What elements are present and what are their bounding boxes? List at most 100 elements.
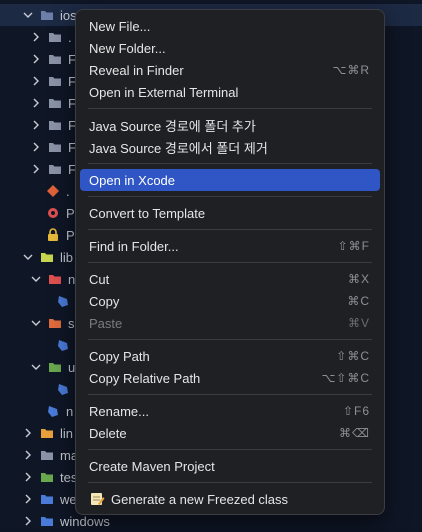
tree-item-label: . xyxy=(66,183,70,199)
chevron-down-icon[interactable] xyxy=(30,273,42,285)
gear-icon xyxy=(46,206,60,220)
folder-icon xyxy=(40,8,54,22)
menu-item-find-in-folder[interactable]: Find in Folder... ⇧⌘F xyxy=(80,235,380,257)
tree-item-label: windows xyxy=(60,513,110,529)
menu-item-shortcut: ⇧⌘C xyxy=(336,349,370,363)
menu-item-generate-freezed[interactable]: Generate a new Freezed class xyxy=(80,488,380,510)
menu-separator xyxy=(88,196,372,197)
chevron-right-icon[interactable] xyxy=(30,53,42,65)
menu-separator xyxy=(88,482,372,483)
menu-item-label: Generate a new Freezed class xyxy=(111,491,289,507)
chevron-right-icon[interactable] xyxy=(22,493,34,505)
folder-icon xyxy=(48,162,62,176)
menu-item-label: Convert to Template xyxy=(89,205,206,221)
menu-item-reveal-in-finder[interactable]: Reveal in Finder ⌥⌘R xyxy=(80,59,380,81)
tree-item-label: P xyxy=(66,205,75,221)
menu-item-shortcut: ⌘C xyxy=(347,294,370,308)
folder-icon xyxy=(48,74,62,88)
menu-item-shortcut: ⌘⌫ xyxy=(339,426,370,440)
chevron-right-icon[interactable] xyxy=(30,119,42,131)
folder-icon xyxy=(40,492,54,506)
menu-item-new-file[interactable]: New File... xyxy=(80,15,380,37)
menu-separator xyxy=(88,339,372,340)
menu-item-label: Open in Xcode xyxy=(89,172,176,188)
menu-item-shortcut: ⌘V xyxy=(347,316,370,330)
folder-icon xyxy=(40,514,54,528)
chevron-right-icon[interactable] xyxy=(22,515,34,527)
folder-icon xyxy=(48,118,62,132)
tree-item-label: s xyxy=(68,315,75,331)
folder-icon xyxy=(48,272,62,286)
folder-icon xyxy=(48,30,62,44)
dart-file-icon xyxy=(56,294,70,308)
menu-item-create-maven-project[interactable]: Create Maven Project xyxy=(80,455,380,477)
chevron-down-icon[interactable] xyxy=(30,317,42,329)
menu-item-shortcut: ⇧⌘F xyxy=(337,239,370,253)
menu-separator xyxy=(88,163,372,164)
dart-file-icon xyxy=(46,404,60,418)
tree-item-label: n xyxy=(66,403,74,419)
folder-icon xyxy=(48,52,62,66)
menu-separator xyxy=(88,394,372,395)
menu-item-shortcut: ⌥⇧⌘C xyxy=(321,371,370,385)
menu-separator xyxy=(88,108,372,109)
menu-item-label: Paste xyxy=(89,315,123,331)
chevron-right-icon[interactable] xyxy=(22,471,34,483)
menu-item-label: New File... xyxy=(89,18,151,34)
menu-item-copy[interactable]: Copy ⌘C xyxy=(80,290,380,312)
menu-item-label: Cut xyxy=(89,271,110,287)
menu-item-label: Find in Folder... xyxy=(89,238,179,254)
dart-file-icon xyxy=(56,382,70,396)
menu-item-java-remove-source[interactable]: Java Source 경로에서 폴더 제거 xyxy=(80,136,380,158)
chevron-right-icon[interactable] xyxy=(30,75,42,87)
menu-item-open-in-xcode[interactable]: Open in Xcode xyxy=(80,169,380,191)
menu-item-open-terminal[interactable]: Open in External Terminal xyxy=(80,81,380,103)
folder-icon xyxy=(48,360,62,374)
folder-open-icon xyxy=(40,250,54,264)
menu-item-java-add-source[interactable]: Java Source 경로에 폴더 추가 xyxy=(80,114,380,136)
chevron-down-icon[interactable] xyxy=(30,361,42,373)
menu-separator xyxy=(88,229,372,230)
lock-icon xyxy=(46,228,60,242)
tree-item-label: . xyxy=(68,29,72,45)
folder-icon xyxy=(48,96,62,110)
memo-icon xyxy=(89,491,105,507)
menu-item-shortcut: ⇧F6 xyxy=(342,404,370,418)
menu-item-label: Open in External Terminal xyxy=(89,84,239,100)
menu-item-label: Delete xyxy=(89,425,127,441)
menu-item-copy-relative-path[interactable]: Copy Relative Path ⌥⇧⌘C xyxy=(80,367,380,389)
menu-item-delete[interactable]: Delete ⌘⌫ xyxy=(80,422,380,444)
chevron-right-icon[interactable] xyxy=(22,427,34,439)
folder-icon xyxy=(48,140,62,154)
chevron-right-icon[interactable] xyxy=(30,31,42,43)
chevron-right-icon[interactable] xyxy=(30,163,42,175)
chevron-down-icon[interactable] xyxy=(22,251,34,263)
menu-item-cut[interactable]: Cut ⌘X xyxy=(80,268,380,290)
menu-separator xyxy=(88,449,372,450)
menu-item-label: Copy Relative Path xyxy=(89,370,201,386)
menu-separator xyxy=(88,262,372,263)
menu-item-convert-template[interactable]: Convert to Template xyxy=(80,202,380,224)
tree-item-label: P xyxy=(66,227,75,243)
menu-item-label: Reveal in Finder xyxy=(89,62,184,78)
folder-icon xyxy=(40,426,54,440)
menu-item-label: Create Maven Project xyxy=(89,458,215,474)
menu-item-shortcut: ⌥⌘R xyxy=(332,63,370,77)
folder-icon xyxy=(40,470,54,484)
menu-item-label: Rename... xyxy=(89,403,149,419)
chevron-down-icon[interactable] xyxy=(22,9,34,21)
chevron-right-icon[interactable] xyxy=(30,141,42,153)
menu-item-label: Java Source 경로에서 폴더 제거 xyxy=(89,140,268,156)
menu-item-label: Copy xyxy=(89,293,120,309)
git-icon xyxy=(46,184,60,198)
folder-icon xyxy=(40,448,54,462)
menu-item-new-folder[interactable]: New Folder... xyxy=(80,37,380,59)
chevron-right-icon[interactable] xyxy=(30,97,42,109)
chevron-right-icon[interactable] xyxy=(22,449,34,461)
tree-item-label: lin xyxy=(60,425,74,441)
context-menu: New File... New Folder... Reveal in Find… xyxy=(75,9,385,515)
menu-item-rename[interactable]: Rename... ⇧F6 xyxy=(80,400,380,422)
menu-item-copy-path[interactable]: Copy Path ⇧⌘C xyxy=(80,345,380,367)
menu-item-label: Copy Path xyxy=(89,348,150,364)
menu-item-label: New Folder... xyxy=(89,40,166,56)
